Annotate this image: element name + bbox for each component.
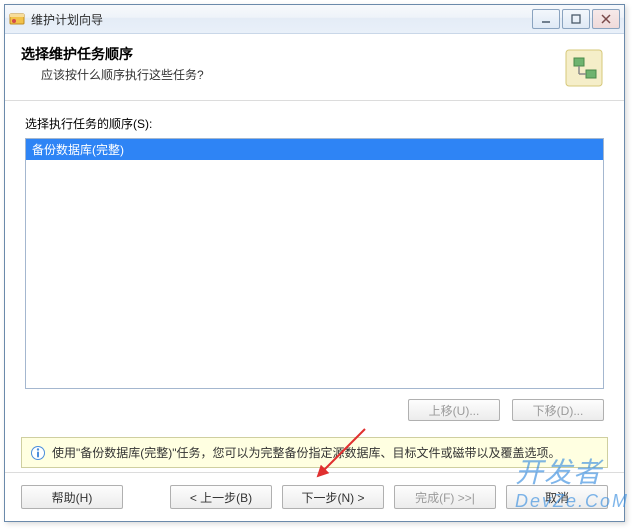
page-subtitle: 应该按什么顺序执行这些任务? (21, 66, 560, 83)
wizard-window: 维护计划向导 选择维护任务顺序 应该按什么顺序执行这些任务? 选择执行任务的顺序… (4, 4, 625, 522)
move-buttons: 上移(U)... 下移(D)... (25, 399, 604, 421)
window-controls (532, 9, 620, 29)
page-title: 选择维护任务顺序 (21, 44, 560, 64)
titlebar: 维护计划向导 (5, 5, 624, 34)
header-icon (560, 44, 608, 92)
minimize-button[interactable] (532, 9, 560, 29)
back-button[interactable]: < 上一步(B) (170, 485, 272, 509)
info-text: 使用"备份数据库(完整)"任务，您可以为完整备份指定源数据库、目标文件或磁带以及… (52, 444, 561, 461)
list-label: 选择执行任务的顺序(S): (25, 115, 604, 132)
wizard-body: 选择执行任务的顺序(S): 备份数据库(完整) 上移(U)... 下移(D)..… (5, 101, 624, 427)
window-title: 维护计划向导 (31, 11, 532, 28)
close-button[interactable] (592, 9, 620, 29)
wizard-header: 选择维护任务顺序 应该按什么顺序执行这些任务? (5, 34, 624, 101)
watermark: 开发者 DevZe.CoM (515, 451, 629, 512)
task-order-listbox[interactable]: 备份数据库(完整) (25, 138, 604, 389)
next-button[interactable]: 下一步(N) > (282, 485, 384, 509)
app-icon (9, 11, 25, 27)
list-item[interactable]: 备份数据库(完整) (26, 139, 603, 160)
move-down-button[interactable]: 下移(D)... (512, 399, 604, 421)
info-icon (30, 445, 46, 461)
finish-button[interactable]: 完成(F) >>| (394, 485, 496, 509)
help-button[interactable]: 帮助(H) (21, 485, 123, 509)
maximize-button[interactable] (562, 9, 590, 29)
move-up-button[interactable]: 上移(U)... (408, 399, 500, 421)
